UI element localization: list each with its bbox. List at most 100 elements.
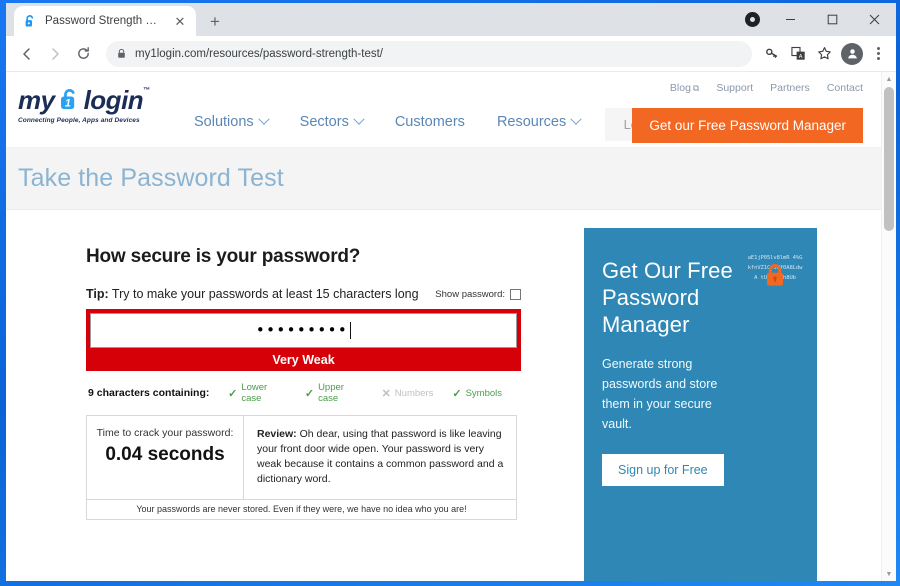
minimize-button[interactable] <box>770 4 810 35</box>
nav-label: Sectors <box>299 114 349 130</box>
logo-text-login: login <box>83 84 144 115</box>
top-link-contact[interactable]: Contact <box>827 82 863 94</box>
criterion-label: Lower case <box>241 382 268 404</box>
back-arrow-icon[interactable] <box>14 41 40 67</box>
review-label: Review: <box>257 428 297 440</box>
svg-text:1: 1 <box>64 97 70 109</box>
key-icon[interactable] <box>760 41 784 67</box>
translate-icon[interactable]: A <box>786 41 810 67</box>
criterion-lower-case: ✓ Lower case <box>228 382 286 404</box>
tab-favicon-padlock-icon <box>25 15 34 27</box>
record-dot-icon[interactable] <box>745 12 760 27</box>
logo-tagline: Connecting People, Apps and Devices <box>18 117 140 124</box>
review-text: Review: Oh dear, using that password is … <box>257 427 504 487</box>
site-logo[interactable]: my 1 login ™ Connecting People, Apps and… <box>18 84 150 125</box>
top-link-partners[interactable]: Partners <box>770 82 810 94</box>
get-free-password-manager-button[interactable]: Get our Free Password Manager <box>632 108 863 143</box>
check-icon: ✓ <box>452 387 462 400</box>
desktop-background: Password Strength Meter ✕ + my1login.com… <box>0 0 900 586</box>
show-password-checkbox[interactable] <box>510 288 521 300</box>
crack-time-cell: Time to crack your password: 0.04 second… <box>87 416 244 499</box>
password-strength-widget: ••••••••• Very Weak <box>86 309 521 371</box>
scroll-up-arrow-icon[interactable]: ▲ <box>882 72 896 86</box>
address-bar-url: my1login.com/resources/password-strength… <box>135 47 383 60</box>
nav-item-customers[interactable]: Customers <box>379 106 481 138</box>
reload-icon[interactable] <box>70 41 96 67</box>
tab-close-icon[interactable]: ✕ <box>172 13 188 29</box>
page-scrollbar[interactable]: ▲ ▼ <box>881 72 896 581</box>
criterion-label: Upper case <box>318 382 344 404</box>
text-caret <box>350 322 352 339</box>
page-title-band: Take the Password Test <box>6 148 881 210</box>
logo-padlock-icon: 1 <box>56 86 83 113</box>
privacy-disclaimer: Your passwords are never stored. Even if… <box>86 499 517 520</box>
cross-icon: ✕ <box>381 387 391 400</box>
logo-trademark: ™ <box>143 87 150 94</box>
site-header: my 1 login ™ Connecting People, Apps and… <box>6 72 881 148</box>
promo-cipher-text: aE1jP05lv8lmR 4%GkfnVZ1C 5Nf0A8LdwA tUrO… <box>747 253 803 299</box>
character-count-label: 9 characters containing: <box>88 387 210 399</box>
strength-verdict-badge: Very Weak <box>86 348 521 371</box>
top-link-support[interactable]: Support <box>716 82 753 94</box>
crack-time-value: 0.04 seconds <box>105 444 225 465</box>
password-tester: How secure is your password? Tip: Try to… <box>6 246 546 520</box>
nav-item-solutions[interactable]: Solutions <box>178 106 284 138</box>
promo-orange-padlock-icon <box>764 263 786 287</box>
crack-time-label: Time to crack your password: <box>96 427 234 439</box>
three-dot-menu-icon[interactable] <box>868 41 888 67</box>
tip-row: Tip: Try to make your passwords at least… <box>86 287 521 301</box>
password-input[interactable]: ••••••••• <box>90 313 517 348</box>
svg-text:A: A <box>798 54 802 60</box>
tab-title: Password Strength Meter <box>45 15 165 27</box>
criteria-row: 9 characters containing: ✓ Lower case ✓ … <box>86 382 521 404</box>
address-bar[interactable]: my1login.com/resources/password-strength… <box>106 40 752 67</box>
scrollbar-thumb[interactable] <box>884 87 894 231</box>
page-content: How secure is your password? Tip: Try to… <box>6 210 881 581</box>
browser-tab-strip: Password Strength Meter ✕ + <box>6 3 896 36</box>
close-window-button[interactable] <box>854 4 894 35</box>
page-title: Take the Password Test <box>18 164 284 192</box>
nav-label: Solutions <box>194 114 254 130</box>
scroll-down-arrow-icon[interactable]: ▼ <box>882 567 896 581</box>
top-utility-links: Blog ⧉ Support Partners Contact <box>670 82 863 94</box>
promo-body: Generate strong passwords and store them… <box>602 357 718 431</box>
forward-arrow-icon <box>42 41 68 67</box>
nav-item-sectors[interactable]: Sectors <box>284 106 379 138</box>
promo-card[interactable]: Get Our Free Password Manager Generate s… <box>584 228 817 581</box>
show-password-toggle[interactable]: Show password: <box>435 288 521 300</box>
password-field-wrapper: ••••••••• <box>86 309 521 348</box>
check-icon: ✓ <box>228 387 238 400</box>
password-masked-value: ••••••••• <box>255 321 349 339</box>
tip-text: Tip: Try to make your passwords at least… <box>86 287 419 301</box>
browser-tab[interactable]: Password Strength Meter ✕ <box>14 6 196 36</box>
site-padlock-icon <box>118 48 125 58</box>
criterion-label: Numbers <box>394 387 434 399</box>
top-link-blog[interactable]: Blog ⧉ <box>670 82 699 94</box>
logo-text-my: my <box>18 84 55 115</box>
nav-label: Customers <box>394 114 465 130</box>
browser-toolbar: my1login.com/resources/password-strength… <box>6 36 896 72</box>
external-link-icon: ⧉ <box>692 83 700 93</box>
check-icon: ✓ <box>304 387 315 400</box>
promo-heading: Get Our Free Password Manager <box>602 258 733 337</box>
sign-up-for-free-button[interactable]: Sign up for Free <box>602 454 724 487</box>
criterion-upper-case: ✓ Upper case <box>305 382 363 404</box>
new-tab-button[interactable]: + <box>202 8 228 34</box>
window-controls <box>745 3 896 36</box>
show-password-label: Show password: <box>435 288 505 300</box>
chevron-down-icon <box>353 113 365 125</box>
criterion-label: Symbols <box>465 387 502 399</box>
criterion-symbols: ✓ Symbols <box>452 387 502 400</box>
web-page: my 1 login ™ Connecting People, Apps and… <box>6 72 881 581</box>
chevron-down-icon <box>570 113 582 125</box>
tip-rest: Try to make your passwords at least 15 c… <box>108 287 419 301</box>
profile-avatar-icon[interactable] <box>841 42 863 65</box>
nav-label: Resources <box>496 114 567 130</box>
tip-bold: Tip: <box>86 287 109 301</box>
chevron-down-icon <box>257 113 270 125</box>
nav-item-resources[interactable]: Resources <box>481 106 596 138</box>
browser-viewport: my 1 login ™ Connecting People, Apps and… <box>6 72 896 581</box>
result-panel: Time to crack your password: 0.04 second… <box>86 415 517 500</box>
star-icon[interactable] <box>812 41 836 67</box>
maximize-button[interactable] <box>812 4 852 35</box>
